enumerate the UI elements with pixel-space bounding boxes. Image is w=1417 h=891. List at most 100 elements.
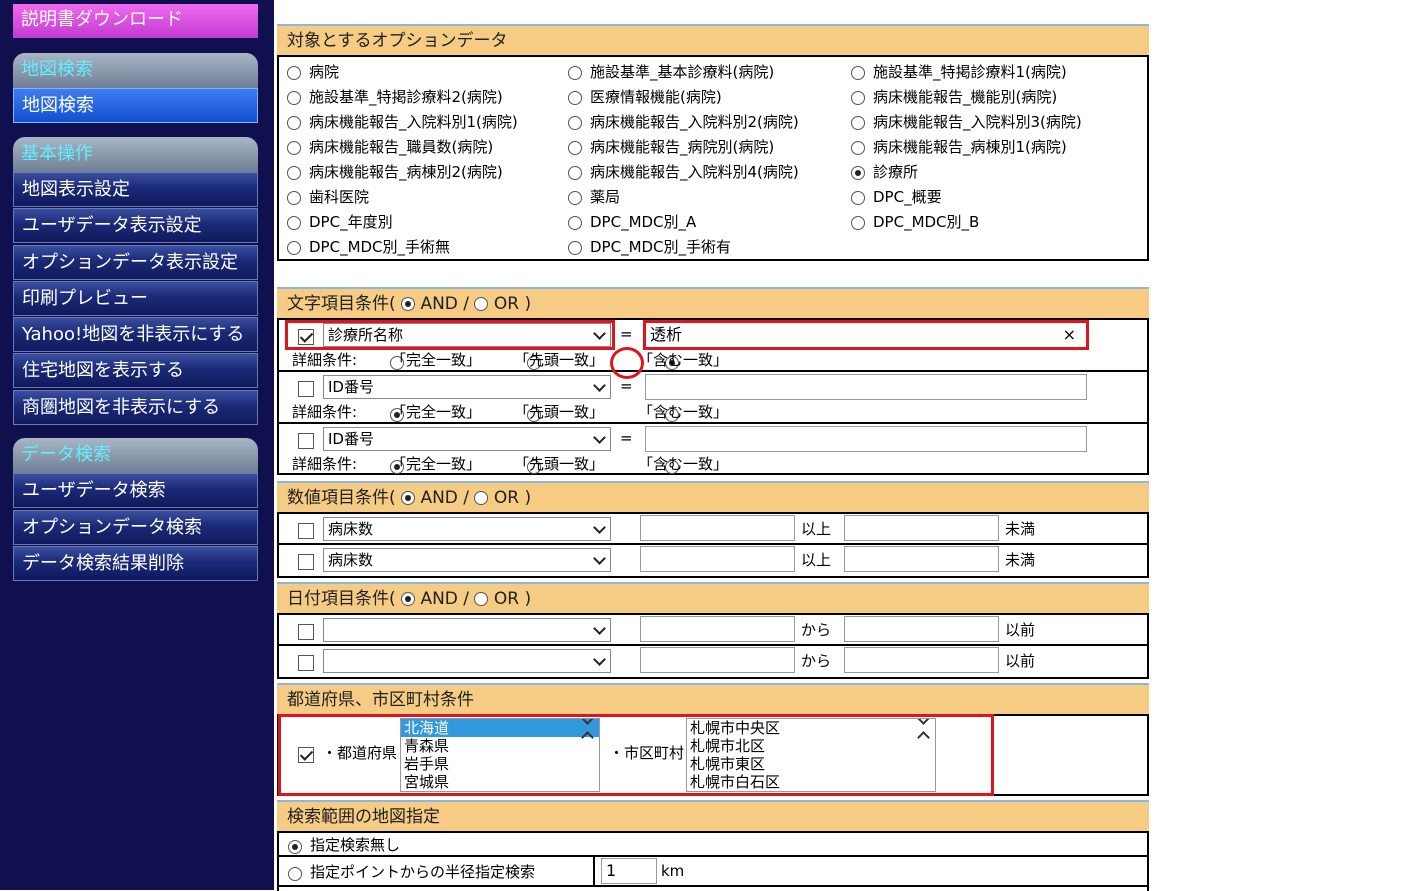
- text-and-radio[interactable]: [401, 297, 416, 311]
- numeric-or-radio[interactable]: [474, 491, 489, 505]
- option-item[interactable]: DPC_MDC別_手術無: [287, 236, 450, 257]
- option-radio[interactable]: [287, 190, 301, 205]
- sidebar-item-option-data-display[interactable]: オプションデータ表示設定: [13, 245, 258, 280]
- numeric-condition-header: 数値項目条件( AND / OR ): [277, 481, 1149, 512]
- option-item[interactable]: DPC_MDC別_手術有: [568, 236, 731, 257]
- option-radio[interactable]: [568, 65, 582, 80]
- option-item[interactable]: 病床機能報告_機能別(病院): [851, 86, 1057, 107]
- date-field-select[interactable]: [323, 649, 611, 673]
- numeric-from-input[interactable]: [640, 546, 795, 572]
- option-item[interactable]: 診療所: [851, 161, 918, 182]
- option-item[interactable]: DPC_年度別: [287, 211, 393, 232]
- option-item[interactable]: 病床機能報告_入院料別1(病院): [287, 111, 518, 132]
- option-radio[interactable]: [851, 115, 865, 130]
- option-item[interactable]: 施設基準_特掲診療料2(病院): [287, 86, 503, 107]
- numeric-field-select[interactable]: 病床数: [323, 548, 611, 572]
- sidebar-item-user-data-display[interactable]: ユーザデータ表示設定: [13, 208, 258, 243]
- numeric-from-input[interactable]: [640, 515, 795, 541]
- option-radio[interactable]: [287, 90, 301, 105]
- date-field-select[interactable]: [323, 618, 611, 642]
- detail-label: 詳細条件:: [292, 403, 358, 421]
- numeric-row-checkbox[interactable]: [298, 553, 314, 570]
- sidebar-item-option-data-search[interactable]: オプションデータ検索: [13, 510, 258, 545]
- option-item[interactable]: 薬局: [568, 186, 620, 207]
- date-from-input[interactable]: [640, 616, 795, 642]
- option-item[interactable]: 病床機能報告_病院別(病院): [568, 136, 774, 157]
- numeric-field-select[interactable]: 病床数: [323, 517, 611, 541]
- option-item[interactable]: 医療情報機能(病院): [568, 86, 722, 107]
- option-radio[interactable]: [568, 140, 582, 155]
- option-item[interactable]: DPC_MDC別_B: [851, 211, 979, 232]
- option-label: DPC_年度別: [309, 213, 393, 231]
- option-radio[interactable]: [287, 65, 301, 80]
- sidebar-item-hide-yahoo-map[interactable]: Yahoo!地図を非表示にする: [13, 317, 258, 352]
- select-value: ID番号: [328, 378, 374, 396]
- sidebar-item-user-data-search[interactable]: ユーザデータ検索: [13, 473, 258, 508]
- option-radio[interactable]: [568, 115, 582, 130]
- text-row-checkbox[interactable]: [298, 432, 314, 449]
- option-radio[interactable]: [287, 115, 301, 130]
- option-radio[interactable]: [851, 140, 865, 155]
- option-item[interactable]: 病床機能報告_職員数(病院): [287, 136, 493, 157]
- option-radio[interactable]: [287, 215, 301, 230]
- date-to-input[interactable]: [844, 647, 999, 673]
- text-or-radio[interactable]: [474, 297, 489, 311]
- option-item[interactable]: DPC_概要: [851, 186, 942, 207]
- option-data-header: 対象とするオプションデータ: [277, 24, 1149, 55]
- option-label: 歯科医院: [309, 188, 370, 206]
- text-value-input[interactable]: [645, 426, 1087, 452]
- range-radius-radio[interactable]: [288, 866, 302, 881]
- date-row-checkbox[interactable]: [298, 654, 314, 671]
- option-radio[interactable]: [851, 190, 865, 205]
- text-field-select[interactable]: ID番号: [323, 427, 611, 451]
- option-radio[interactable]: [568, 240, 582, 255]
- option-radio[interactable]: [568, 165, 582, 180]
- option-radio[interactable]: [568, 190, 582, 205]
- option-label: DPC_MDC別_手術無: [309, 238, 451, 256]
- option-item[interactable]: 病床機能報告_入院料別3(病院): [851, 111, 1082, 132]
- numeric-to-input[interactable]: [844, 515, 999, 541]
- numeric-row-checkbox[interactable]: [298, 522, 314, 539]
- option-label: 病院: [309, 63, 340, 81]
- option-item[interactable]: 病床機能報告_入院料別4(病院): [568, 161, 799, 182]
- option-item[interactable]: 病床機能報告_病棟別1(病院): [851, 136, 1067, 157]
- date-or-radio[interactable]: [474, 592, 489, 606]
- numeric-and-radio[interactable]: [401, 491, 416, 505]
- sidebar-item-map-display[interactable]: 地図表示設定: [13, 172, 258, 207]
- option-radio[interactable]: [851, 90, 865, 105]
- option-radio[interactable]: [568, 215, 582, 230]
- option-item[interactable]: 歯科医院: [287, 186, 369, 207]
- option-label: 病床機能報告_病棟別1(病院): [873, 138, 1067, 156]
- option-radio[interactable]: [568, 90, 582, 105]
- date-row-checkbox[interactable]: [298, 623, 314, 640]
- date-from-input[interactable]: [640, 647, 795, 673]
- numeric-to-input[interactable]: [844, 546, 999, 572]
- option-label: 施設基準_特掲診療料1(病院): [873, 63, 1067, 81]
- manual-download-button[interactable]: 説明書ダウンロード: [13, 4, 258, 38]
- option-radio[interactable]: [851, 215, 865, 230]
- sidebar-item-hide-trade-area-map[interactable]: 商圏地図を非表示にする: [13, 390, 258, 425]
- option-item[interactable]: DPC_MDC別_A: [568, 211, 696, 232]
- option-item[interactable]: 病院: [287, 61, 339, 82]
- option-item[interactable]: 病床機能報告_病棟別2(病院): [287, 161, 503, 182]
- option-radio[interactable]: [851, 65, 865, 80]
- option-radio[interactable]: [851, 165, 865, 180]
- option-radio[interactable]: [287, 240, 301, 255]
- date-condition-title: 日付項目条件(: [287, 589, 396, 609]
- sidebar-item-print-preview[interactable]: 印刷プレビュー: [13, 281, 258, 316]
- date-and-radio[interactable]: [401, 592, 416, 606]
- date-to-input[interactable]: [844, 616, 999, 642]
- option-radio[interactable]: [287, 165, 301, 180]
- sidebar-item-map-search[interactable]: 地図検索: [13, 88, 258, 123]
- option-item[interactable]: 病床機能報告_入院料別2(病院): [568, 111, 799, 132]
- option-item[interactable]: 施設基準_特掲診療料1(病院): [851, 61, 1067, 82]
- sidebar-item-delete-search-results[interactable]: データ検索結果削除: [13, 546, 258, 581]
- option-radio[interactable]: [287, 140, 301, 155]
- option-item[interactable]: 施設基準_基本診療料(病院): [568, 61, 774, 82]
- sidebar-item-show-housing-map[interactable]: 住宅地図を表示する: [13, 353, 258, 388]
- text-row-checkbox[interactable]: [298, 380, 314, 397]
- radius-input[interactable]: 1: [601, 858, 657, 884]
- range-none-radio[interactable]: [288, 839, 302, 854]
- text-value-input[interactable]: [645, 374, 1087, 400]
- text-field-select[interactable]: ID番号: [323, 375, 611, 399]
